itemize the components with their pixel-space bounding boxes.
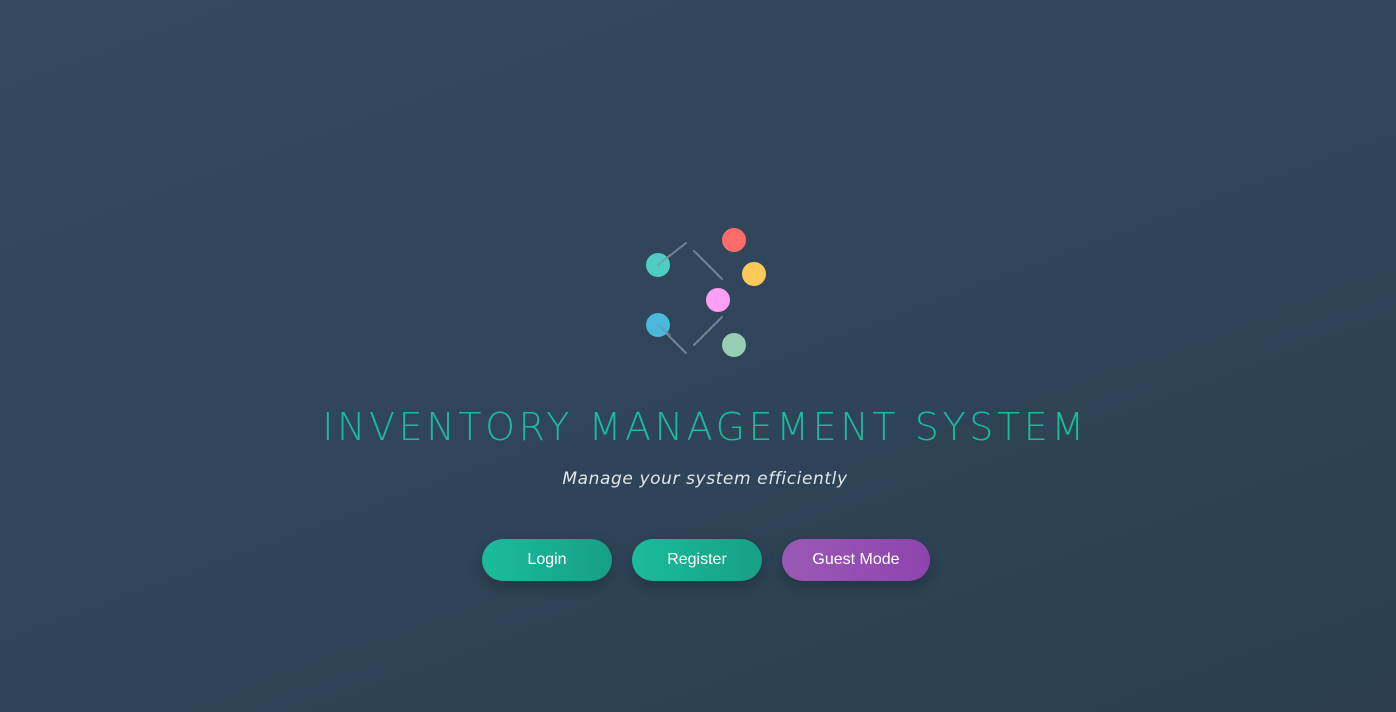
page-title: INVENTORY MANAGEMENT SYSTEM (322, 405, 1088, 449)
logo-node-red (722, 228, 746, 252)
molecule-network-icon (646, 228, 766, 357)
login-button[interactable]: Login (482, 539, 612, 581)
logo-connector (693, 316, 723, 346)
logo-node-green (722, 333, 746, 357)
register-button[interactable]: Register (632, 539, 762, 581)
logo-node-yellow (742, 262, 766, 286)
logo-node-pink (706, 288, 730, 312)
logo-connector (693, 250, 723, 280)
page-subtitle: Manage your system efficiently (562, 469, 848, 489)
landing-screen: INVENTORY MANAGEMENT SYSTEM Manage your … (0, 0, 1396, 712)
guest-mode-button[interactable]: Guest Mode (782, 539, 930, 581)
